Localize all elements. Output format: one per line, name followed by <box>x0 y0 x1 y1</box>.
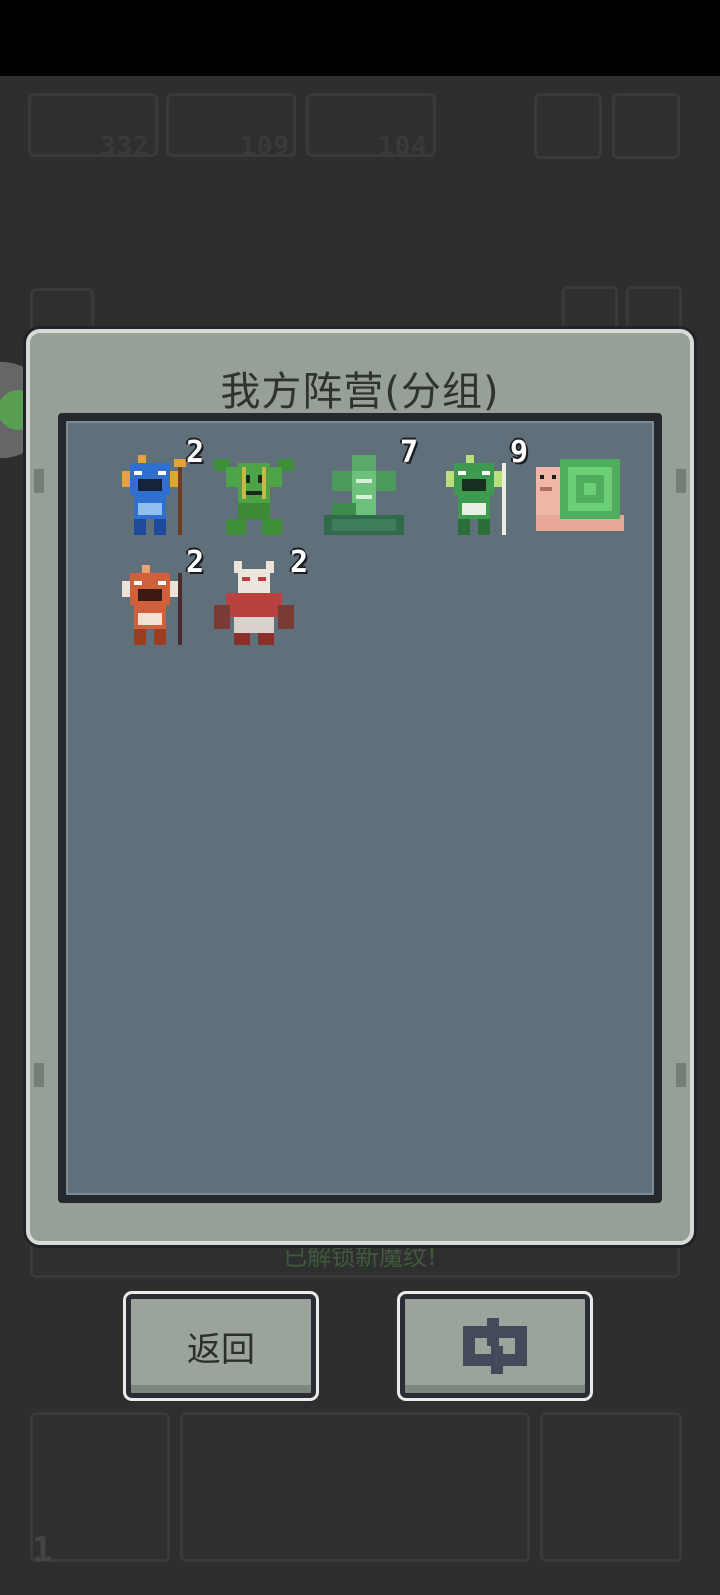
status-bar <box>0 0 720 76</box>
green-fish-warrior-icon <box>446 455 506 535</box>
unit-slot-treant[interactable] <box>206 447 302 543</box>
treant-icon <box>214 459 294 535</box>
horned-brute-icon <box>214 561 294 645</box>
back-button-label: 返回 <box>187 1329 255 1370</box>
unit-slot-snail[interactable] <box>532 447 628 543</box>
blue-fish-warrior-icon <box>122 455 186 535</box>
unit-slot-red-fish-warrior[interactable]: 2 <box>102 545 204 653</box>
resource-count-3: 104 <box>378 132 428 162</box>
swap-arrows-icon <box>463 1318 527 1374</box>
bg-bottom-right-slot <box>540 1412 682 1562</box>
bg-settings-button <box>612 93 680 159</box>
army-dialog: 我方阵营(分组) 2 7 9 2 2 <box>26 329 694 1245</box>
unit-count: 9 <box>509 435 528 470</box>
resource-count-1: 332 <box>100 132 150 162</box>
unit-grid: 2 7 9 2 2 <box>58 413 662 1203</box>
swap-button[interactable] <box>400 1294 590 1398</box>
panel-rivet <box>34 469 44 493</box>
unit-slot-horned-brute[interactable]: 2 <box>206 545 308 653</box>
bg-corner-number: 1 <box>32 1530 53 1570</box>
panel-rivet <box>676 1063 686 1087</box>
bg-menu-button <box>534 93 602 159</box>
red-fish-warrior-icon <box>122 565 182 645</box>
panel-rivet <box>676 469 686 493</box>
unit-slot-blue-fish-warrior[interactable]: 2 <box>102 435 204 543</box>
unit-count: 2 <box>185 545 204 580</box>
dialog-title: 我方阵营(分组) <box>220 369 500 415</box>
unit-slot-green-fish-warrior[interactable]: 9 <box>426 435 528 543</box>
back-button[interactable]: 返回 <box>126 1294 316 1398</box>
bg-bottom-center-slot <box>180 1412 530 1562</box>
unit-count: 7 <box>399 435 418 470</box>
unit-slot-serpent-totem[interactable]: 7 <box>316 435 418 543</box>
resource-count-2: 109 <box>240 132 290 162</box>
unit-count: 2 <box>289 545 308 580</box>
unit-count: 2 <box>185 435 204 470</box>
panel-rivet <box>34 1063 44 1087</box>
serpent-totem-icon <box>324 455 404 535</box>
snail-icon <box>536 459 624 531</box>
